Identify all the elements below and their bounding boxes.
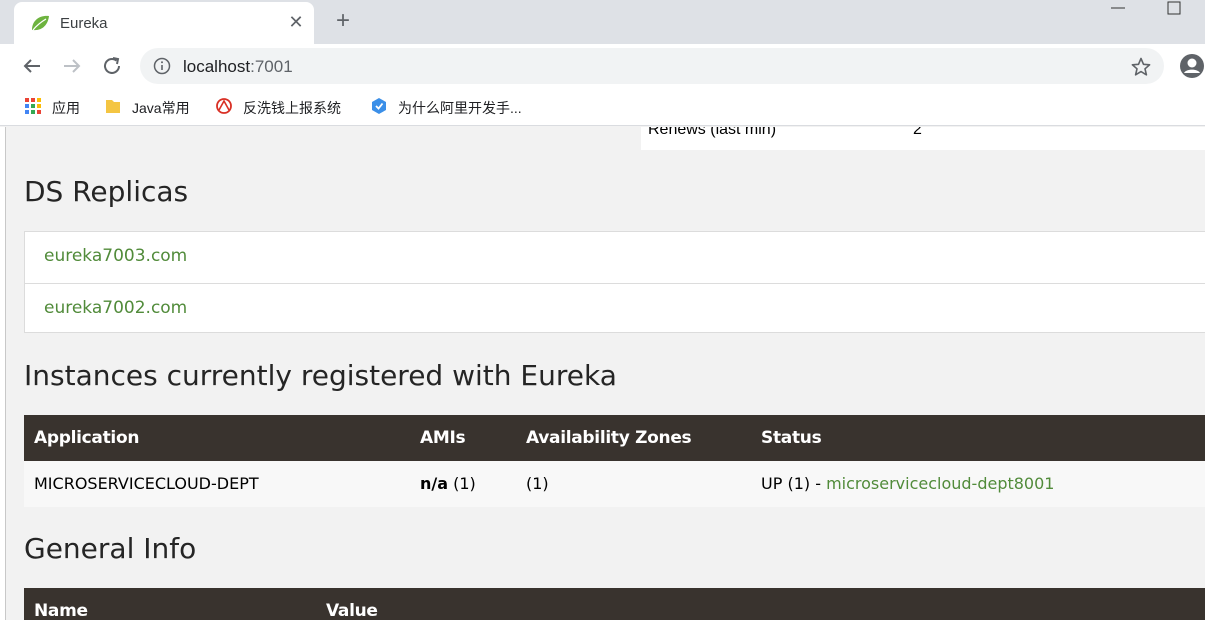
left-edge-strip [0,127,6,620]
list-item: eureka7003.com [25,232,1205,283]
column-header: Availability Zones [526,428,692,448]
eureka-page: Renews (last min) 2 DS Replicas eureka70… [0,127,1205,620]
tab-strip: Eureka ✕ + [0,0,1205,44]
amis-cell: n/a (1) [420,474,476,493]
url-text[interactable]: localhost:7001 [183,57,293,77]
instance-link[interactable]: microservicecloud-dept8001 [826,474,1054,493]
profile-avatar-icon[interactable] [1178,52,1205,80]
bookmark-apps[interactable]: 应用 [24,96,94,118]
instances-table: Application AMIs Availability Zones Stat… [24,415,1205,507]
replicas-heading: DS Replicas [24,175,189,208]
instances-heading: Instances currently registered with Eure… [24,359,617,392]
zones-cell: (1) [526,474,549,493]
site-logo-icon [372,98,386,114]
status-text: UP (1) - [761,474,827,493]
application-cell: MICROSERVICECLOUD-DEPT [34,474,259,493]
bookmark-label: 为什么阿里开发手... [398,100,522,116]
new-tab-button[interactable]: + [330,9,356,35]
replica-link[interactable]: eureka7003.com [44,246,187,266]
tab-close-icon[interactable]: ✕ [286,12,306,32]
browser-toolbar: localhost:7001 [0,44,1205,88]
bookmark-alibaba-manual[interactable]: 为什么阿里开发手... [370,96,540,118]
table-header: Name Value [24,588,1205,620]
url-host: localhost [183,57,251,76]
replicas-list: eureka7003.com eureka7002.com [24,231,1205,333]
general-info-heading: General Info [24,532,197,565]
browser-tab[interactable]: Eureka ✕ [14,2,314,44]
spring-leaf-icon [32,15,49,31]
column-header: Application [34,428,140,448]
tab-title: Eureka [60,15,108,32]
status-cell: UP (1) - microservicecloud-dept8001 [761,474,1054,493]
general-info-table: Name Value [24,588,1205,620]
table-row: MICROSERVICECLOUD-DEPT n/a (1) (1) UP (1… [24,461,1205,507]
minimize-icon[interactable] [1108,0,1128,18]
folder-icon [106,100,120,113]
list-item: eureka7002.com [25,283,1205,334]
bookmark-java-folder[interactable]: Java常用 [104,96,204,118]
forward-arrow-icon[interactable] [58,52,86,80]
bookmark-label: 反洗钱上报系统 [243,100,341,116]
site-logo-icon [216,98,232,114]
amis-value: n/a [420,474,449,493]
address-bar[interactable]: localhost:7001 [140,48,1164,84]
renews-row: Renews (last min) 2 [641,127,1205,150]
apps-grid-icon [25,98,41,114]
bookmarks-bar: 应用 Java常用 反洗钱上报系统 为什么阿里开发手... [0,88,1205,126]
info-icon[interactable] [153,57,171,75]
url-port: :7001 [250,57,293,76]
bookmark-label: Java常用 [132,100,190,116]
bookmark-star-icon[interactable] [1130,56,1152,78]
renews-value: 2 [913,127,922,138]
maximize-icon[interactable] [1164,0,1184,18]
renews-label: Renews (last min) [648,127,777,138]
column-header: Name [34,601,88,620]
column-header: AMIs [420,428,466,448]
replica-link[interactable]: eureka7002.com [44,298,187,318]
bookmark-label: 应用 [52,100,80,116]
column-header: Value [326,601,378,620]
bookmark-aml-system[interactable]: 反洗钱上报系统 [215,96,355,118]
back-arrow-icon[interactable] [18,52,46,80]
column-header: Status [761,428,822,448]
amis-count: (1) [448,474,476,493]
reload-icon[interactable] [98,52,126,80]
table-header: Application AMIs Availability Zones Stat… [24,415,1205,461]
